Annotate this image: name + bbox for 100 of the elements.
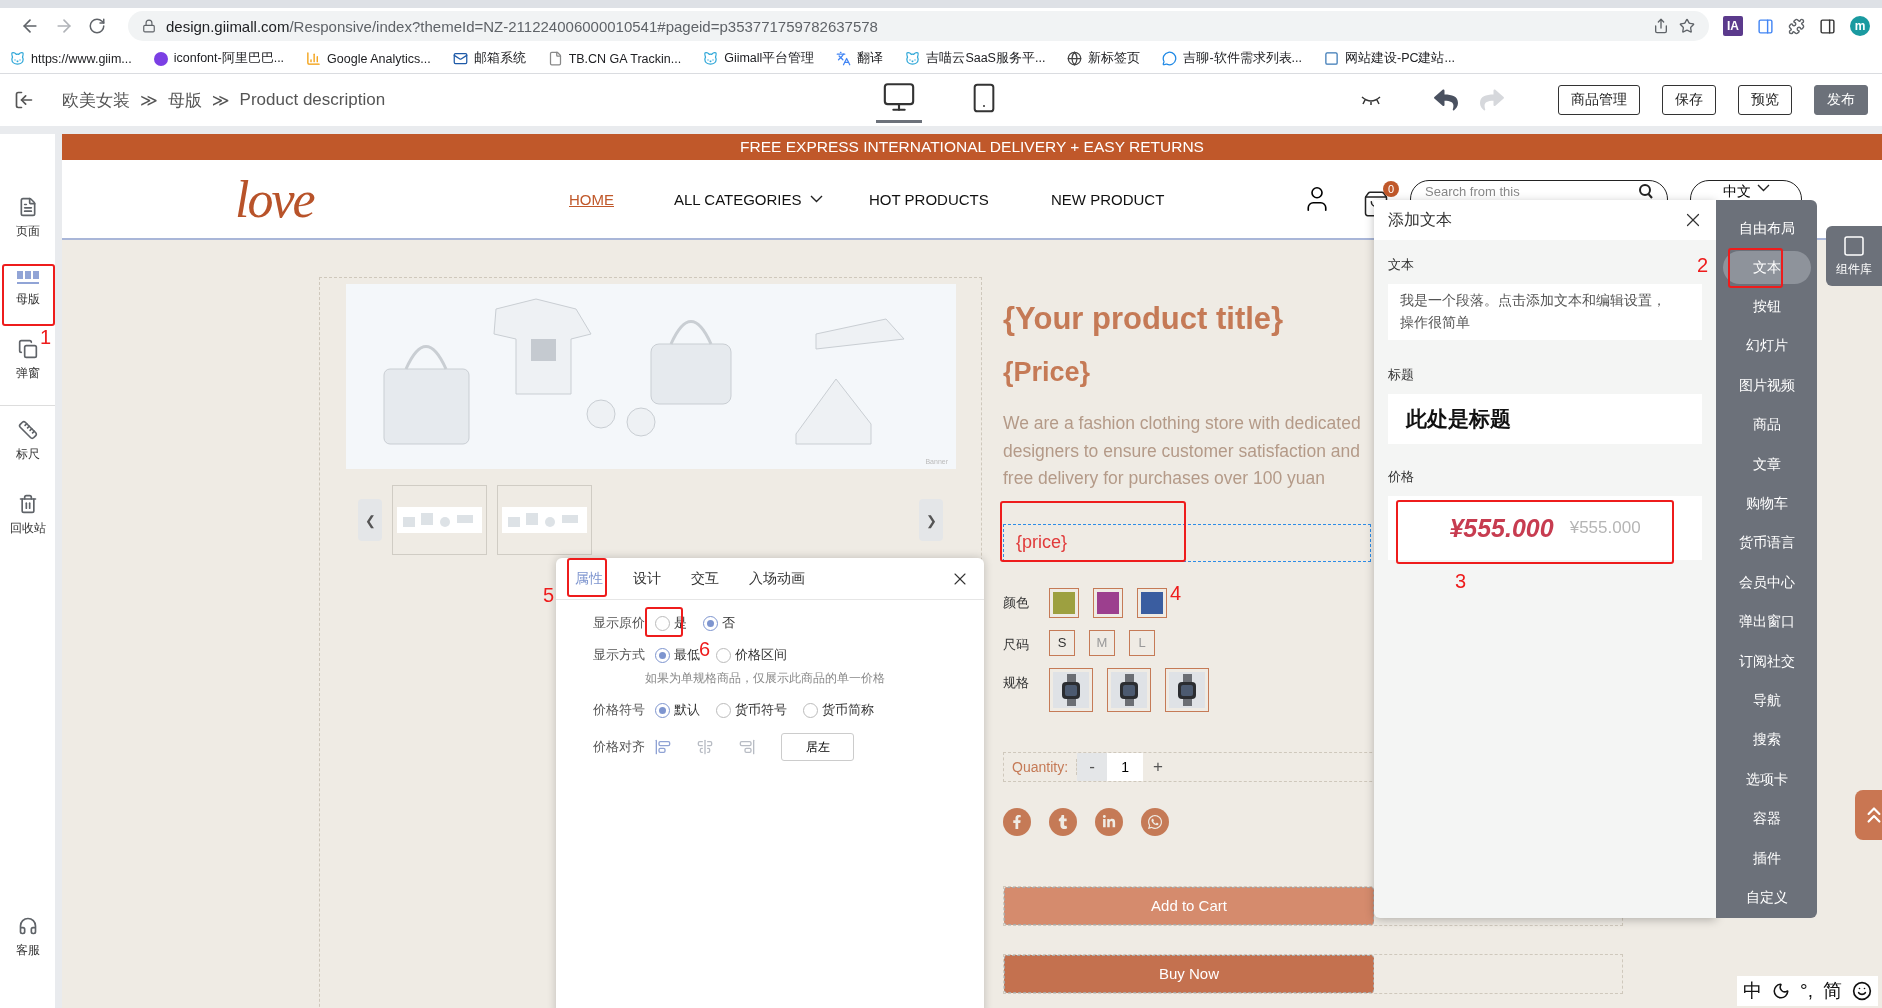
component-item[interactable]: 货币语言 — [1722, 523, 1811, 564]
component-item[interactable]: 自定义 — [1722, 878, 1811, 918]
toolbar-button[interactable]: 预览 — [1738, 85, 1792, 115]
component-item[interactable]: 插件 — [1722, 838, 1811, 879]
smile-icon[interactable] — [1852, 981, 1872, 1001]
component-item[interactable]: 会员中心 — [1722, 563, 1811, 603]
facebook-icon[interactable] — [1003, 807, 1031, 836]
ime-option[interactable]: °, — [1800, 980, 1813, 1002]
sidebar-item[interactable]: 回收站 — [9, 492, 46, 539]
nav-link[interactable]: HOME — [569, 190, 674, 208]
bookmark-link[interactable]: Giimall平台管理 — [724, 50, 815, 67]
component-item[interactable]: 幻灯片 — [1722, 326, 1811, 367]
component-item[interactable]: 商品 — [1722, 405, 1811, 445]
moon-icon[interactable] — [1772, 982, 1791, 1000]
whatsapp-icon[interactable] — [1141, 807, 1169, 836]
bookmark-link[interactable]: 新标签页 — [1088, 50, 1141, 67]
ruler-icon — [17, 420, 38, 440]
radio-option[interactable]: 货币简称 — [803, 701, 874, 719]
component-library-button[interactable]: 组件库 — [1826, 226, 1882, 286]
trash-icon — [17, 494, 38, 514]
sidebar-item[interactable]: 母版 — [15, 269, 40, 310]
component-item[interactable]: 搜索 — [1722, 720, 1811, 761]
nav-link[interactable]: NEW PRODUCT — [1051, 190, 1302, 208]
star-icon[interactable] — [1679, 18, 1695, 34]
next-button[interactable]: ❯ — [919, 499, 943, 541]
popup-tab[interactable]: 入场动画 — [745, 569, 809, 588]
popup-tab[interactable]: 设计 — [629, 569, 665, 588]
radio-option[interactable]: 默认 — [655, 701, 700, 719]
globe-icon — [1067, 51, 1083, 66]
share-icon[interactable] — [1653, 18, 1669, 34]
section-label: 标题 — [1388, 366, 1415, 384]
cart-count: 0 — [1383, 180, 1399, 197]
side-panel-icon[interactable] — [1819, 17, 1836, 35]
price-template[interactable]: ¥555.000 ¥555.000 — [1388, 496, 1702, 560]
bookmark-link[interactable]: 翻译 — [857, 50, 884, 67]
bookmark-link[interactable]: 邮箱系统 — [473, 50, 526, 67]
sidebar-item[interactable]: 标尺 — [15, 418, 40, 465]
tumblr-icon[interactable] — [1049, 807, 1077, 836]
bookmark-link[interactable]: TB.CN GA Trackin... — [568, 51, 682, 66]
sidebar-item[interactable]: 页面 — [15, 195, 40, 242]
cat-icon — [703, 51, 719, 66]
sidebar-item[interactable]: 弹窗 — [15, 337, 40, 384]
bookmark-link[interactable]: 吉喵云SaaS服务平... — [926, 50, 1046, 67]
popup-tab[interactable]: 交互 — [687, 569, 723, 588]
component-item[interactable]: 按钮 — [1722, 287, 1811, 327]
bookmark-link[interactable]: iconfont-阿里巴巴... — [173, 50, 285, 67]
component-item[interactable]: 图片视频 — [1722, 366, 1811, 406]
undo-icon[interactable] — [1434, 88, 1458, 112]
address-bar[interactable]: design.giimall.com/Responsive/index?themeId=NZ-211224006000010541#pageid=p353771759782637578 — [128, 11, 1709, 41]
buy-now-button[interactable]: Buy Now — [1004, 954, 1374, 993]
ime-option[interactable]: 中 — [1743, 978, 1763, 1004]
price-element[interactable]: {price} — [1003, 523, 1371, 562]
copy-icon — [17, 339, 38, 359]
radio-option[interactable]: 最低 — [655, 646, 700, 664]
nav-link[interactable]: HOT PRODUCTS — [869, 190, 1051, 208]
bookmark-link[interactable]: 网站建设-PC建站... — [1344, 50, 1455, 67]
extension-icon[interactable]: IA — [1723, 16, 1743, 36]
publish-button[interactable]: 发布 — [1814, 85, 1868, 115]
linkedin-icon[interactable] — [1095, 807, 1123, 836]
color-swatch[interactable] — [1093, 587, 1123, 618]
previous-button[interactable]: ❮ — [358, 499, 382, 541]
exit-icon[interactable] — [14, 90, 34, 110]
align-button[interactable]: 居左 — [781, 733, 854, 761]
breadcrumb-item[interactable]: 母版 — [167, 88, 202, 112]
component-item[interactable]: 购物车 — [1722, 484, 1811, 524]
color-swatch[interactable] — [1049, 587, 1079, 618]
nav-link[interactable]: ALL CATEGORIES — [674, 190, 869, 208]
component-item[interactable]: 选项卡 — [1722, 760, 1811, 800]
breadcrumb-item[interactable]: Product description — [239, 90, 386, 110]
bar-chart-icon — [306, 51, 322, 66]
radio-option[interactable]: 否 — [703, 614, 735, 632]
toolbar-button[interactable]: 保存 — [1662, 85, 1716, 115]
product-title: {Your product title} — [1003, 301, 1284, 337]
support-item[interactable]: 客服 — [15, 914, 40, 961]
color-swatch[interactable] — [1137, 587, 1167, 618]
toolbar-button[interactable]: 商品管理 — [1558, 85, 1640, 115]
paragraph-template[interactable]: 我是一个段落。点击添加文本和编辑设置，操作很简单 — [1388, 284, 1702, 340]
ime-option[interactable]: 简 — [1823, 978, 1842, 1004]
closed-eye-icon[interactable] — [1360, 95, 1382, 105]
store-logo[interactable]: love — [235, 169, 569, 229]
radio-option[interactable]: 货币符号 — [716, 701, 787, 719]
bookmark-link[interactable]: 吉聊-软件需求列表... — [1183, 50, 1302, 67]
component-item[interactable]: 导航 — [1722, 681, 1811, 721]
component-item[interactable]: 订阅社交 — [1722, 641, 1811, 682]
component-item[interactable]: 文章 — [1722, 444, 1811, 485]
bookmark-link[interactable]: https://www.giim... — [31, 51, 132, 66]
breadcrumb-item[interactable]: 欧美女装 — [62, 88, 130, 112]
annotation-box — [1728, 248, 1783, 288]
puzzle-icon[interactable] — [1788, 17, 1805, 35]
radio-option[interactable]: 价格区间 — [716, 646, 787, 664]
component-item[interactable]: 容器 — [1722, 799, 1811, 839]
lock-icon — [142, 19, 156, 33]
heading-template[interactable]: 此处是标题 — [1388, 394, 1702, 444]
extension-icon[interactable] — [1757, 17, 1774, 35]
size-option[interactable]: S — [1049, 629, 1075, 656]
bookmark-link[interactable]: Google Analytics... — [327, 51, 431, 66]
component-item[interactable]: 弹出窗口 — [1722, 602, 1811, 642]
circle-logo-icon — [153, 51, 168, 66]
layout-icon — [16, 271, 39, 285]
reload-icon[interactable] — [88, 17, 106, 35]
